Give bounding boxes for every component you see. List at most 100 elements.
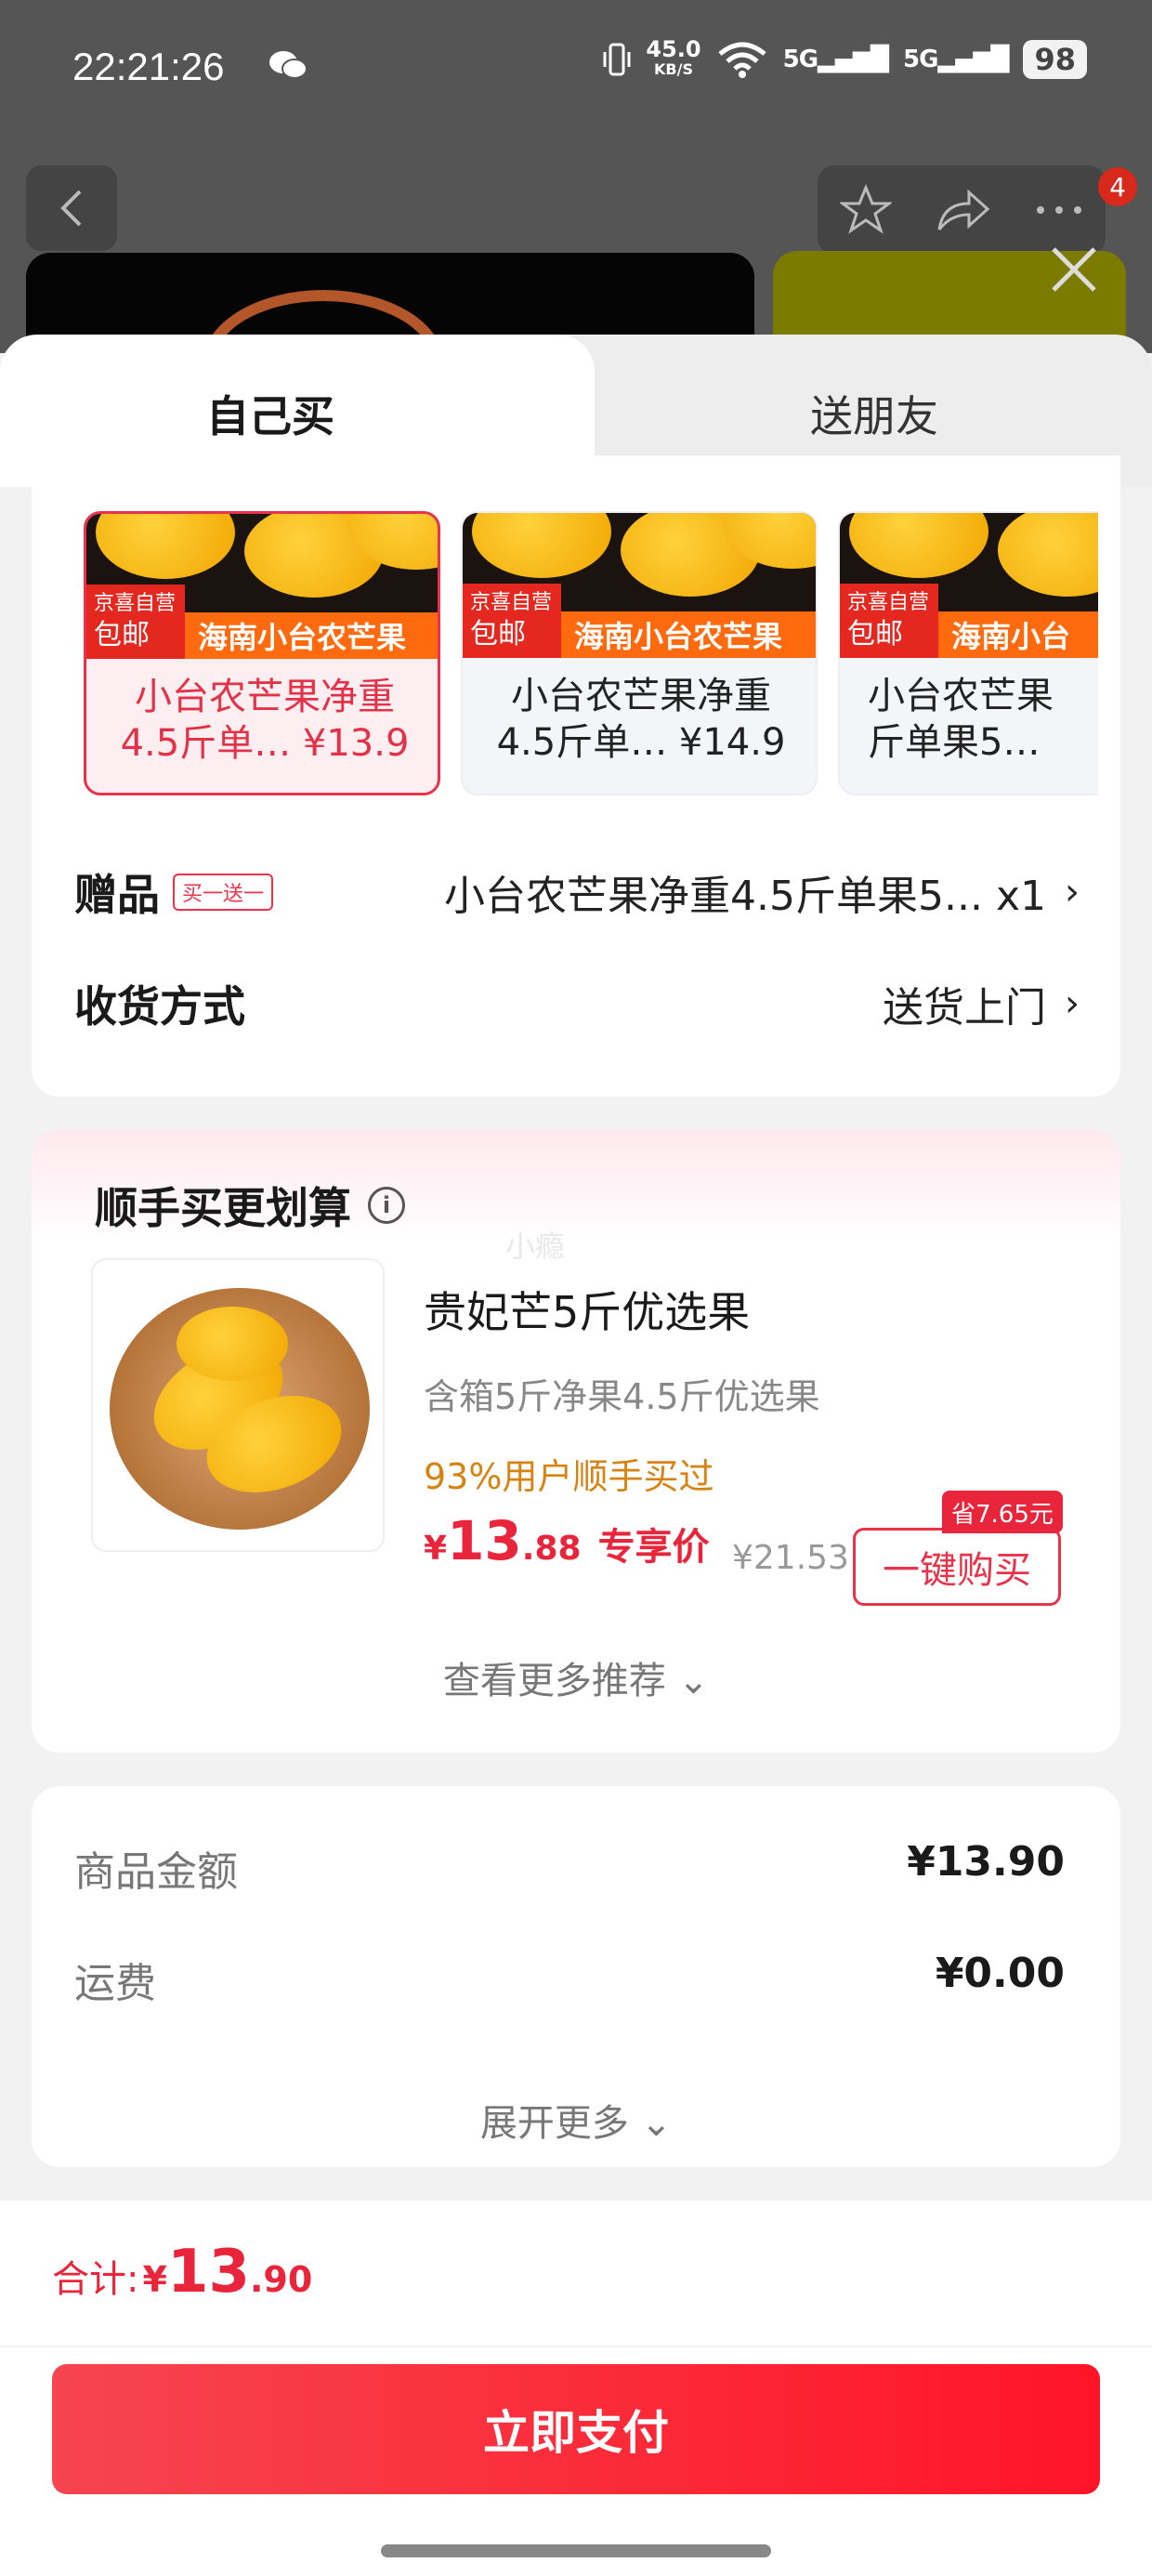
expand-more[interactable]: 展开更多 ⌄ bbox=[32, 2093, 1120, 2147]
home-indicator[interactable] bbox=[381, 2544, 771, 2557]
sku-tag-brand: 京喜自营 bbox=[847, 591, 930, 614]
sku-option-2[interactable]: 京喜自营 包邮 海南小台农芒果 小台农芒果净重 4.5斤单… ¥14.9 bbox=[461, 511, 818, 795]
summary-card: 商品金额 ¥13.90 运费 ¥0.00 展开更多 ⌄ bbox=[32, 1786, 1120, 2167]
divider bbox=[0, 2346, 1152, 2347]
sku-tag: 京喜自营 包邮 bbox=[463, 584, 561, 658]
recommend-product-image[interactable] bbox=[91, 1258, 385, 1552]
total-integer: 13 bbox=[166, 2238, 250, 2307]
gift-row-value: 小台农芒果净重4.5斤单果5... x1 bbox=[444, 873, 1046, 920]
sku-tag: 京喜自营 包邮 bbox=[86, 585, 185, 659]
price-decimal: .88 bbox=[521, 1530, 582, 1568]
pay-now-button[interactable]: 立即支付 bbox=[52, 2364, 1100, 2494]
recommend-card: 顺手买更划算 i 小瘾 贵妃芒5斤优选果 含箱5斤净果4.5斤优选果 93%用户… bbox=[32, 1130, 1120, 1753]
sku-option-image: 京喜自营 包邮 海南小台农芒果 bbox=[463, 513, 816, 658]
delivery-row-value: 送货上门 bbox=[883, 984, 1046, 1032]
one-click-buy-button[interactable]: 一键购买 bbox=[853, 1528, 1061, 1606]
star-icon[interactable] bbox=[839, 184, 892, 236]
sku-banner: 海南小台农芒果 bbox=[561, 611, 816, 658]
recommend-title: 顺手买更划算 i bbox=[95, 1175, 405, 1236]
checkout-footer: 合计: ¥ 13 .90 立即支付 bbox=[0, 2201, 1152, 2576]
sku-option-1[interactable]: 京喜自营 包邮 海南小台农芒果 小台农芒果净重 4.5斤单… ¥13.9 bbox=[84, 511, 440, 795]
recommend-product-name[interactable]: 贵妃芒5斤优选果 bbox=[424, 1279, 750, 1340]
tab-gift-friend-label: 送朋友 bbox=[810, 391, 938, 441]
goods-amount-row: 商品金额 ¥13.90 bbox=[74, 1838, 1065, 1898]
tab-buy-self-label: 自己买 bbox=[206, 391, 334, 441]
recommend-title-text: 顺手买更划算 bbox=[95, 1183, 351, 1233]
recommend-product-desc: 含箱5斤净果4.5斤优选果 bbox=[424, 1376, 820, 1417]
shipping-value: ¥0.00 bbox=[935, 1950, 1065, 1997]
price-currency: ¥ bbox=[424, 1530, 448, 1568]
chevron-right-icon: › bbox=[1065, 871, 1080, 913]
back-button[interactable] bbox=[26, 165, 117, 251]
recommend-price: ¥ 13 .88 专享价 bbox=[424, 1509, 710, 1572]
options-card: 京喜自营 包邮 海南小台农芒果 小台农芒果净重 4.5斤单… ¥13.9 京喜自… bbox=[32, 455, 1120, 1097]
original-price: ¥21.53 bbox=[732, 1539, 849, 1577]
sku-name-line1: 小台农芒果净重 bbox=[135, 676, 395, 718]
sku-tag-shipping: 包邮 bbox=[94, 619, 150, 651]
shipping-label: 运费 bbox=[74, 1960, 156, 2007]
cart-badge: 4 bbox=[1098, 167, 1137, 206]
more-icon[interactable] bbox=[1035, 204, 1083, 216]
watermark: 小瘾 bbox=[505, 1229, 566, 1264]
see-more-recommend[interactable]: 查看更多推荐 ⌄ bbox=[32, 1650, 1120, 1704]
recommend-social-proof: 93%用户顺手买过 bbox=[424, 1456, 714, 1497]
sku-banner: 海南小台农芒果 bbox=[185, 612, 438, 659]
total-decimal: .90 bbox=[250, 2259, 313, 2300]
price-tag: 专享价 bbox=[597, 1526, 710, 1569]
share-icon[interactable] bbox=[936, 187, 991, 233]
sku-banner: 海南小台 bbox=[938, 611, 1098, 658]
delivery-row-label: 收货方式 bbox=[74, 981, 245, 1032]
gift-badge: 买一送一 bbox=[173, 874, 274, 911]
sku-tag: 京喜自营 包邮 bbox=[840, 584, 938, 658]
signal-1-icon: 5G▂▄▆█ bbox=[782, 46, 889, 73]
sku-tag-brand: 京喜自营 bbox=[94, 592, 177, 615]
total-label: 合计: bbox=[52, 2258, 139, 2301]
price-integer: 13 bbox=[447, 1509, 522, 1572]
status-time: 22:21:26 bbox=[72, 45, 225, 88]
status-bar: 22:21:26 45.0 KB/S 5G▂▄▆█ 5G▂▄▆█ 98 bbox=[0, 0, 1152, 139]
total-currency: ¥ bbox=[142, 2259, 167, 2300]
info-icon[interactable]: i bbox=[368, 1187, 405, 1224]
sku-name-line1: 小台农芒果净重 bbox=[511, 675, 771, 717]
sku-tag-shipping: 包邮 bbox=[470, 618, 526, 651]
network-speed-value: 45.0 bbox=[646, 36, 701, 62]
close-icon[interactable] bbox=[1048, 243, 1100, 296]
purchase-sheet: 自己买 送朋友 京喜自营 包邮 海南小台农芒果 小台农芒果净重 4.5斤单… ¥… bbox=[0, 335, 1152, 2576]
battery-icon: 98 bbox=[1023, 40, 1087, 79]
signal-2-label: 5G bbox=[903, 46, 938, 73]
network-speed-unit: KB/S bbox=[654, 60, 693, 78]
sku-option-3[interactable]: 京喜自营 包邮 海南小台 小台农芒果 斤单果5… bbox=[838, 511, 1098, 795]
vibrate-icon bbox=[603, 43, 631, 76]
total-amount: 合计: ¥ 13 .90 bbox=[52, 2238, 312, 2307]
wechat-icon bbox=[269, 51, 308, 79]
gift-row[interactable]: 赠品 买一送一 小台农芒果净重4.5斤单果5... x1 › bbox=[74, 864, 1080, 920]
gift-row-label: 赠品 bbox=[74, 870, 160, 920]
save-badge: 省7.65元 bbox=[942, 1491, 1063, 1533]
see-more-label: 查看更多推荐 bbox=[442, 1660, 666, 1702]
sku-options: 京喜自营 包邮 海南小台农芒果 小台农芒果净重 4.5斤单… ¥13.9 京喜自… bbox=[84, 511, 1098, 799]
chevron-down-icon: ⌄ bbox=[677, 1660, 710, 1702]
status-indicators: 45.0 KB/S 5G▂▄▆█ 5G▂▄▆█ 98 bbox=[603, 36, 1087, 80]
sku-option-name: 小台农芒果 斤单果5… bbox=[868, 673, 1098, 766]
expand-more-label: 展开更多 bbox=[479, 2102, 629, 2145]
shipping-row: 运费 ¥0.00 bbox=[74, 1950, 1065, 2009]
goods-amount-value: ¥13.90 bbox=[907, 1838, 1065, 1886]
chevron-left-icon bbox=[60, 190, 82, 227]
sku-name-line2: 4.5斤单… ¥14.9 bbox=[496, 721, 786, 764]
signal-2-icon: 5G▂▄▆█ bbox=[903, 46, 1009, 73]
sku-option-name: 小台农芒果净重 4.5斤单… ¥13.9 bbox=[101, 674, 428, 767]
sku-tag-shipping: 包邮 bbox=[847, 618, 903, 651]
sku-name-line2: 斤单果5… bbox=[868, 721, 1041, 764]
sku-option-name: 小台农芒果净重 4.5斤单… ¥14.9 bbox=[478, 673, 805, 766]
chevron-right-icon: › bbox=[1065, 982, 1080, 1025]
signal-1-label: 5G bbox=[782, 46, 818, 73]
sku-option-image: 京喜自营 包邮 海南小台农芒果 bbox=[86, 514, 438, 659]
wifi-icon bbox=[718, 42, 766, 78]
sku-name-line1: 小台农芒果 bbox=[868, 675, 1054, 717]
sku-tag-brand: 京喜自营 bbox=[470, 591, 553, 614]
network-speed: 45.0 KB/S bbox=[646, 36, 701, 80]
sku-option-image: 京喜自营 包邮 海南小台 bbox=[840, 513, 1098, 658]
sku-name-line2: 4.5斤单… ¥13.9 bbox=[120, 722, 410, 765]
delivery-row[interactable]: 收货方式 送货上门 › bbox=[74, 976, 1080, 1032]
chevron-down-icon: ⌄ bbox=[640, 2102, 673, 2145]
